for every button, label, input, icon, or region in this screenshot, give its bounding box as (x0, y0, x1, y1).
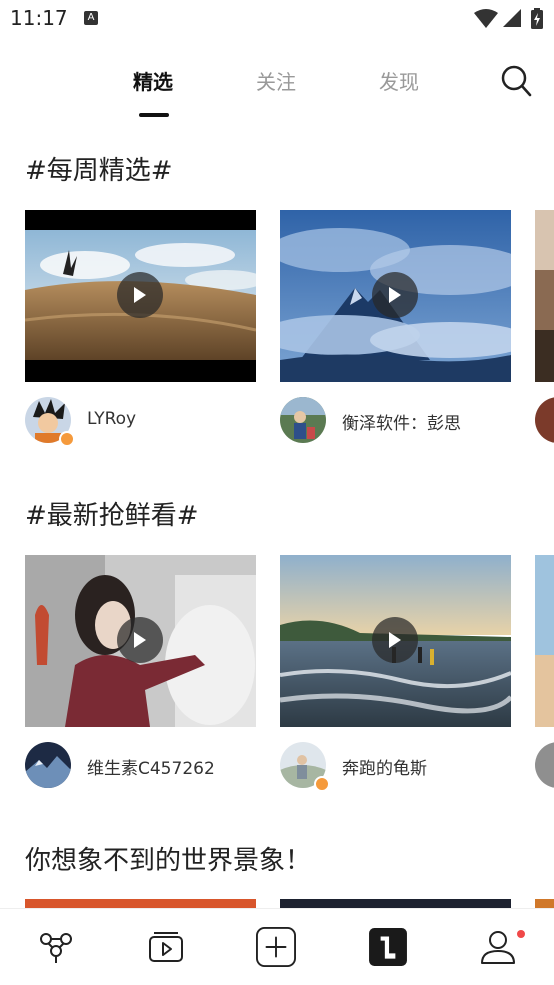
avatar[interactable] (25, 742, 71, 788)
tab-discover[interactable]: 发现 (379, 66, 419, 95)
notification-app-icon: A (84, 11, 98, 25)
top-tabs: 精选 关注 发现 (0, 60, 554, 120)
tab-following[interactable]: 关注 (256, 66, 296, 95)
search-icon[interactable] (500, 64, 532, 98)
tab-featured[interactable]: 精选 (133, 66, 173, 95)
avatar-badge (59, 431, 75, 447)
video-icon[interactable] (146, 927, 186, 967)
author-name[interactable]: 奔跑的龟斯 (342, 754, 427, 779)
add-icon[interactable] (256, 927, 296, 967)
avatar[interactable] (280, 397, 326, 443)
notification-dot (517, 930, 525, 938)
video-thumbnail[interactable] (280, 555, 511, 727)
avatar-badge (314, 776, 330, 792)
brand-icon[interactable] (368, 927, 408, 967)
author-info[interactable]: 奔跑的龟斯 (280, 742, 520, 792)
active-tab-indicator (139, 113, 169, 117)
video-card[interactable]: LYRoy (25, 210, 256, 447)
video-card[interactable]: 衡泽软件：彭思 (280, 210, 511, 443)
video-thumbnail[interactable] (280, 210, 511, 382)
video-card[interactable]: 奔跑的龟斯 (280, 555, 511, 792)
play-icon[interactable] (117, 617, 163, 663)
author-info[interactable]: 维生素C457262 (25, 742, 265, 788)
video-card-peek[interactable] (535, 555, 554, 727)
video-thumbnail[interactable] (25, 555, 256, 727)
status-bar: 11:17 A (0, 0, 554, 38)
video-card[interactable]: 维生素C457262 (25, 555, 256, 788)
status-time: 11:17 (10, 6, 68, 30)
video-card-peek[interactable] (535, 210, 554, 382)
signal-icon (503, 9, 521, 27)
profile-icon[interactable] (478, 927, 518, 967)
avatar-peek[interactable] (535, 742, 554, 788)
bottom-nav (0, 908, 554, 985)
author-info[interactable]: 衡泽软件：彭思 (280, 397, 520, 443)
author-name[interactable]: 维生素C457262 (87, 754, 215, 779)
section-title: #最新抢鲜看# (25, 501, 199, 531)
section-title: #每周精选# (25, 156, 173, 186)
battery-icon (531, 8, 543, 29)
play-icon[interactable] (372, 272, 418, 318)
video-row: LYRoy 衡泽软件：彭思 (0, 210, 554, 450)
author-info[interactable]: LYRoy (25, 397, 265, 447)
author-name[interactable]: 衡泽软件：彭思 (342, 409, 461, 434)
author-name[interactable]: LYRoy (87, 409, 136, 429)
wifi-icon (474, 9, 498, 28)
play-icon[interactable] (117, 272, 163, 318)
section-title: 你想象不到的世界景象！ (25, 846, 312, 876)
play-icon[interactable] (372, 617, 418, 663)
video-thumbnail[interactable] (25, 210, 256, 382)
discover-icon[interactable] (36, 927, 76, 967)
video-row: 维生素C457262 奔跑的龟斯 (0, 555, 554, 795)
avatar-peek[interactable] (535, 397, 554, 443)
